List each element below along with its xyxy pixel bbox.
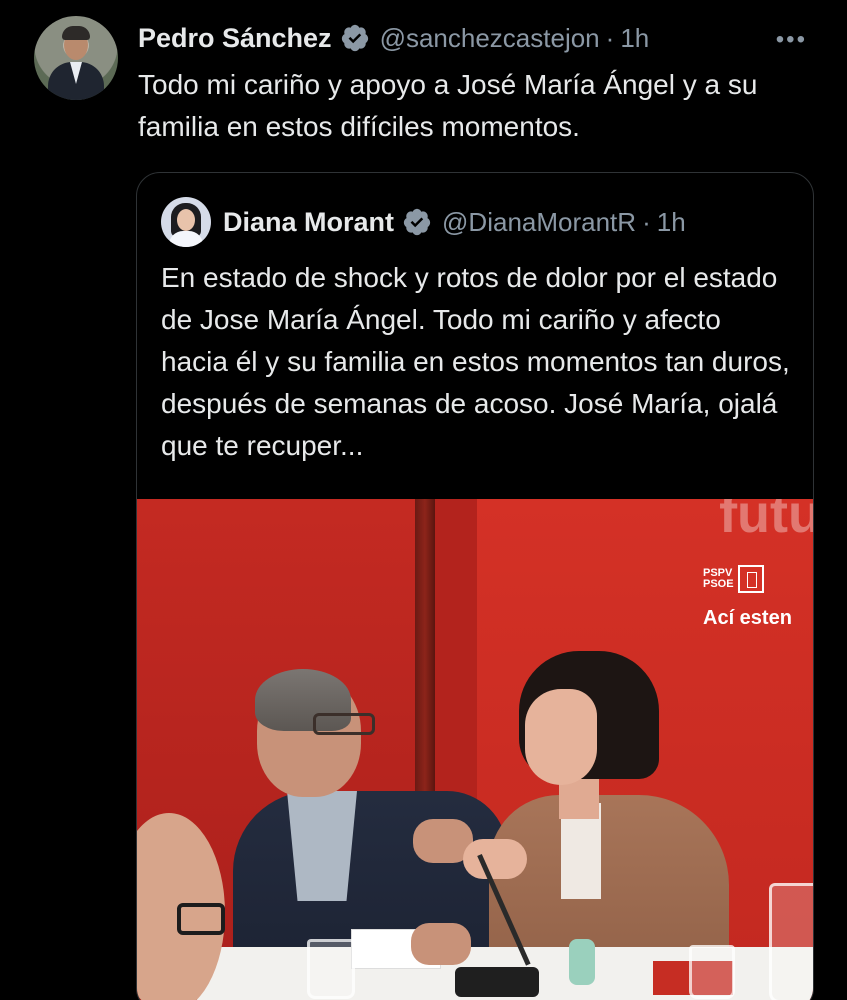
water-glass <box>689 945 735 999</box>
quoted-author-name[interactable]: Diana Morant <box>223 207 394 238</box>
author-avatar[interactable] <box>34 16 118 100</box>
party-logo-text: PSPV PSOE <box>703 568 734 590</box>
verified-badge-icon <box>341 24 368 52</box>
tweet-text: Todo mi cariño y apoyo a José María Ánge… <box>138 69 758 142</box>
avatar-body <box>169 231 203 247</box>
quoted-author-handle[interactable]: @DianaMorantR <box>442 207 636 238</box>
avatar-hair <box>62 26 90 40</box>
quoted-tweet-photo[interactable]: futu PSPV PSOE Ací esten <box>137 499 814 1000</box>
water-jug <box>769 883 813 1000</box>
woman-hand <box>463 839 527 879</box>
bottle <box>569 939 595 985</box>
quoted-tweet-text: En estado de shock y rotos de dolor por … <box>161 262 790 461</box>
author-handle[interactable]: @sanchezcastejon <box>380 23 600 54</box>
pillar <box>415 499 435 829</box>
separator-dot: · <box>642 206 651 237</box>
quoted-tweet-timestamp[interactable]: 1h <box>657 207 686 238</box>
foreground-person-glasses <box>177 903 225 935</box>
tweet-timestamp[interactable]: 1h <box>620 23 649 54</box>
microphone-base <box>455 967 539 997</box>
wall-lettering: futu <box>719 499 814 544</box>
man-glasses <box>313 713 375 735</box>
water-glass <box>307 939 355 999</box>
quoted-author-avatar[interactable] <box>161 197 211 247</box>
party-logo: PSPV PSOE <box>703 565 764 593</box>
quoted-tweet-header: Diana Morant @DianaMorantR · 1h <box>161 197 686 247</box>
avatar-face <box>177 209 195 231</box>
verified-badge-icon <box>403 208 431 236</box>
more-horizontal-icon[interactable]: ••• <box>776 26 807 54</box>
logo-line-2: PSOE <box>703 578 734 590</box>
author-name[interactable]: Pedro Sánchez <box>138 23 332 54</box>
quoted-tweet[interactable]: Diana Morant @DianaMorantR · 1h En estad… <box>136 172 814 1000</box>
man-shirt <box>287 791 357 901</box>
tweet-header: Pedro Sánchez @sanchezcastejon · 1h <box>138 20 649 56</box>
woman-face <box>525 689 597 785</box>
separator-dot: · <box>605 22 615 53</box>
wall-slogan: Ací esten <box>703 607 792 629</box>
tweet[interactable]: Pedro Sánchez @sanchezcastejon · 1h ••• … <box>0 0 847 1000</box>
man-hand-on-table <box>411 923 471 965</box>
logo-emblem <box>737 565 764 593</box>
